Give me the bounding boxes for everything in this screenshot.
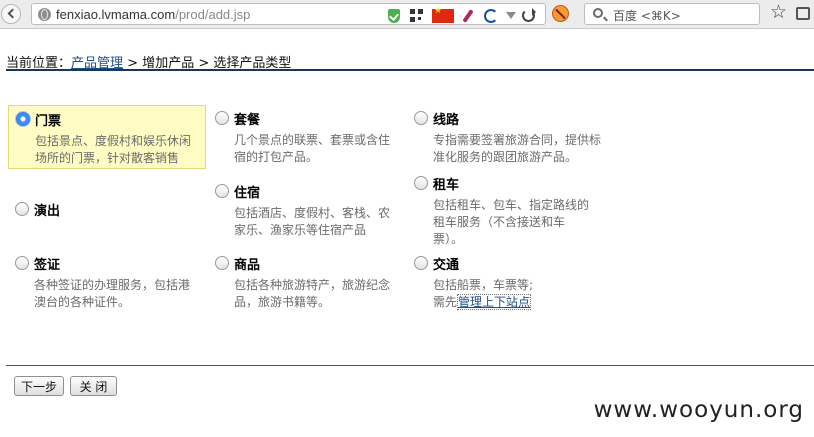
option-title: 住宿 — [234, 186, 261, 201]
radio-visa[interactable] — [15, 256, 29, 270]
adblock-icon[interactable] — [552, 5, 569, 22]
option-title: 交通 — [433, 258, 460, 273]
option-desc-line: 包括船票，车票等; — [433, 278, 534, 292]
swirl-icon[interactable] — [484, 9, 498, 23]
option-show[interactable]: 演出 — [8, 196, 206, 222]
search-icon — [593, 8, 603, 18]
option-transport[interactable]: 交通 包括船票，车票等; 需先管理上下站点 — [407, 250, 605, 314]
option-title: 套餐 — [234, 113, 261, 128]
chevron-down-icon[interactable] — [506, 12, 516, 19]
manage-stations-link[interactable]: 管理上下站点 — [457, 294, 532, 310]
globe-icon — [38, 8, 51, 21]
desc-prefix: 需先 — [433, 295, 458, 309]
footer-divider — [6, 365, 814, 366]
next-step-button[interactable]: 下一步 — [14, 376, 64, 396]
browser-toolbar: fenxiao.lvmama.com/prod/add.jsp 百度 <⌘K> … — [0, 0, 814, 29]
radio-package[interactable] — [215, 111, 229, 125]
radio-transport[interactable] — [414, 256, 428, 270]
option-route[interactable]: 线路 专指需要签署旅游合同，提供标准化服务的跟团旅游产品。 — [407, 105, 605, 169]
search-placeholder: 百度 <⌘K> — [613, 9, 681, 23]
reload-icon[interactable] — [522, 8, 536, 22]
option-desc: 专指需要签署旅游合同，提供标准化服务的跟团旅游产品。 — [433, 133, 602, 164]
menu-icon[interactable] — [796, 7, 810, 20]
back-button[interactable] — [1, 4, 21, 24]
shield-icon[interactable] — [388, 9, 400, 23]
radio-lodging[interactable] — [215, 184, 229, 198]
option-visa[interactable]: 签证 各种签证的办理服务，包括港澳台的各种证件。 — [8, 250, 206, 310]
option-ticket[interactable]: 门票 包括景点、度假村和娱乐休闲场所的门票，针对散客销售 — [8, 105, 206, 169]
option-desc: 各种签证的办理服务，包括港澳台的各种证件。 — [34, 278, 191, 309]
url-host: fenxiao.lvmama.com — [56, 7, 176, 22]
option-lodging[interactable]: 住宿 包括酒店、度假村、客栈、农家乐、渔家乐等住宿产品 — [208, 178, 406, 242]
option-title: 商品 — [234, 258, 261, 273]
option-title: 门票 — [35, 114, 62, 129]
feather-icon[interactable] — [464, 9, 478, 23]
url-text[interactable]: fenxiao.lvmama.com/prod/add.jsp — [56, 7, 250, 22]
option-desc: 包括船票，车票等; 需先管理上下站点 — [433, 277, 593, 311]
url-path: /prod/add.jsp — [175, 7, 251, 22]
radio-car-rental[interactable] — [414, 176, 428, 190]
radio-show[interactable] — [15, 202, 29, 216]
header-divider — [6, 69, 814, 71]
option-desc: 几个景点的联票、套票或含住宿的打包产品。 — [234, 133, 391, 164]
option-title: 签证 — [34, 258, 61, 273]
option-desc: 包括景点、度假村和娱乐休闲场所的门票，针对散客销售 — [35, 134, 192, 165]
option-car-rental[interactable]: 租车 包括租车、包车、指定路线的租车服务（不含接送和车票）。 — [407, 170, 605, 250]
option-desc-line: 需先管理上下站点 — [433, 294, 593, 311]
option-desc: 包括租车、包车、指定路线的租车服务（不含接送和车票）。 — [433, 198, 590, 246]
option-goods[interactable]: 商品 包括各种旅游特产，旅游纪念品，旅游书籍等。 — [208, 250, 406, 314]
option-title: 租车 — [433, 178, 460, 193]
radio-route[interactable] — [414, 111, 428, 125]
radio-ticket[interactable] — [16, 112, 30, 126]
option-desc: 包括酒店、度假村、客栈、农家乐、渔家乐等住宿产品 — [234, 206, 391, 237]
address-bar[interactable]: fenxiao.lvmama.com/prod/add.jsp — [31, 3, 546, 25]
china-flag-icon[interactable] — [432, 6, 454, 23]
bookmark-star-icon[interactable]: ☆ — [770, 2, 787, 22]
watermark: www.wooyun.org — [593, 397, 804, 423]
option-desc: 包括各种旅游特产，旅游纪念品，旅游书籍等。 — [234, 278, 391, 309]
option-package[interactable]: 套餐 几个景点的联票、套票或含住宿的打包产品。 — [208, 105, 406, 169]
search-input[interactable]: 百度 <⌘K> — [584, 3, 760, 25]
option-title: 线路 — [433, 113, 460, 128]
option-title: 演出 — [34, 204, 61, 219]
chevron-left-icon — [7, 8, 18, 19]
close-button[interactable]: 关 闭 — [70, 376, 117, 396]
radio-goods[interactable] — [215, 256, 229, 270]
qr-code-icon[interactable] — [410, 9, 423, 22]
